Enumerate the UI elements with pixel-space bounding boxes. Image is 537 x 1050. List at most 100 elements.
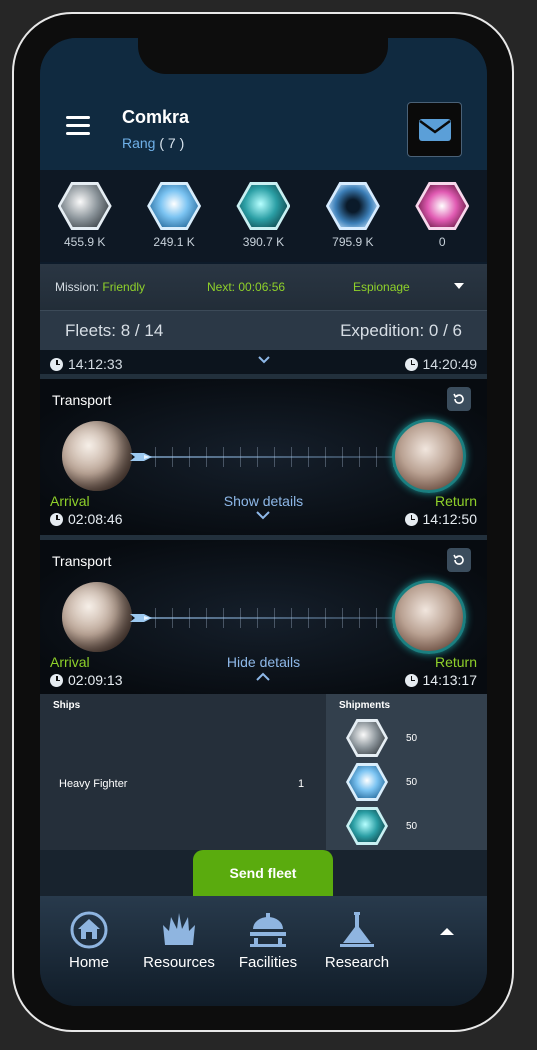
fleet-details: Ships Heavy Fighter 1 Shipments 50 50 50 (40, 694, 487, 850)
ship-icon (130, 453, 152, 461)
ship-name: Heavy Fighter (59, 778, 128, 790)
mission-value: Friendly (102, 280, 146, 294)
return-label: Return (434, 493, 477, 509)
ship-count: 1 (298, 778, 305, 790)
ship-icon (130, 614, 152, 622)
shipment-amount: 50 (406, 776, 418, 788)
resource-value: 390.7 K (242, 235, 285, 249)
phone-notch (138, 36, 388, 74)
return-time: 14:13:17 (404, 672, 477, 688)
clock-icon (404, 673, 418, 687)
chevron-down-icon[interactable] (258, 356, 270, 364)
shipments-panel: Shipments 50 50 50 (326, 694, 487, 850)
envelope-icon (418, 118, 451, 141)
arrival-time: 14:12:33 (50, 356, 123, 372)
crystal-icon (147, 182, 202, 230)
clock-icon (404, 357, 418, 371)
chevron-up-icon[interactable] (256, 672, 270, 681)
rank-value: ( 7 ) (159, 135, 185, 151)
bottom-navigation: Home Resources Facilities Research (40, 896, 487, 1006)
recall-icon (453, 393, 464, 404)
resource-bar: 455.9 K 249.1 K 390.7 K 795.9 K 0 (40, 170, 487, 262)
send-fleet-button[interactable]: Send fleet (193, 850, 333, 896)
fleet-slots-bar: Fleets: 8 / 14 Expedition: 0 / 6 (40, 310, 487, 350)
nav-facilities[interactable]: Facilities (223, 910, 313, 971)
research-icon (340, 912, 374, 947)
nav-home[interactable]: Home (44, 910, 134, 971)
resource-value: 795.9 K (332, 235, 374, 249)
recall-icon (453, 554, 464, 565)
chevron-up-icon[interactable] (440, 928, 454, 935)
energy-icon (325, 182, 380, 230)
shipments-title: Shipments (339, 700, 391, 711)
mission-filter-bar[interactable]: Mission: Friendly Next: 00:06:56 Espiona… (40, 264, 487, 310)
resource-metal[interactable]: 455.9 K (50, 182, 120, 262)
resource-dark-matter[interactable]: 0 (407, 182, 477, 262)
shipment-item: 50 (346, 719, 417, 757)
flight-path (135, 445, 395, 469)
shipment-item: 50 (346, 807, 417, 845)
dark-matter-icon (415, 182, 470, 230)
origin-planet-icon (62, 421, 132, 491)
next-mission-timer: Next: 00:06:56 (207, 280, 286, 294)
player-rank: Rang ( 7 ) (122, 135, 184, 151)
show-details-link[interactable]: Show details (40, 493, 487, 509)
destination-planet-icon (392, 419, 466, 493)
return-time: 14:20:49 (404, 356, 477, 372)
resource-deuterium[interactable]: 390.7 K (228, 182, 298, 262)
fleet-card: Transport Arrival Show details Return 02… (40, 379, 487, 535)
shipment-amount: 50 (406, 732, 418, 744)
shipment-amount: 50 (406, 820, 418, 832)
nav-label: Resources (143, 954, 215, 971)
fleet-slots: Fleets: 8 / 14 (65, 321, 164, 340)
recall-button[interactable] (447, 548, 471, 572)
home-icon (70, 911, 108, 949)
deuterium-icon (346, 807, 388, 845)
rank-label: Rang (122, 135, 156, 151)
expedition-slots: Expedition: 0 / 6 (340, 321, 462, 340)
metal-icon (57, 182, 112, 230)
resource-value: 455.9 K (64, 235, 106, 249)
clock-icon (50, 357, 63, 371)
nav-label: Research (324, 954, 390, 971)
clock-icon (50, 673, 63, 687)
espionage-label: Espionage (353, 280, 410, 294)
crystal-icon (346, 763, 388, 801)
resource-value: 249.1 K (153, 235, 195, 249)
arrival-time: 02:09:13 (50, 672, 123, 688)
chevron-down-icon[interactable] (454, 283, 464, 289)
destination-planet-icon (392, 580, 466, 654)
mission-label: Mission: (55, 280, 100, 294)
messages-button[interactable] (407, 102, 462, 157)
shipment-item: 50 (346, 763, 417, 801)
return-label: Return (434, 654, 477, 670)
resource-value: 0 (438, 235, 446, 249)
menu-icon[interactable] (66, 116, 90, 136)
mission-title: Transport (52, 553, 112, 569)
metal-icon (346, 719, 388, 757)
player-name: Comkra (122, 107, 190, 127)
ships-panel: Ships Heavy Fighter 1 (40, 694, 326, 850)
return-time: 14:12:50 (404, 511, 477, 527)
fleet-card-partial: 14:12:33 14:20:49 (40, 350, 487, 374)
nav-resources[interactable]: Resources (134, 910, 224, 971)
arrival-time: 02:08:46 (50, 511, 123, 527)
hide-details-link[interactable]: Hide details (40, 654, 487, 670)
flight-path (135, 606, 395, 630)
nav-label: Home (68, 954, 109, 971)
origin-planet-icon (62, 582, 132, 652)
deuterium-icon (236, 182, 291, 230)
nav-research[interactable]: Research (312, 910, 402, 971)
resource-crystal[interactable]: 249.1 K (139, 182, 209, 262)
app-screen: Comkra Rang ( 7 ) 455.9 K 249.1 K 390.7 … (40, 38, 487, 1006)
clock-icon (404, 512, 418, 526)
facilities-icon (250, 913, 286, 947)
nav-label: Facilities (238, 954, 298, 971)
clock-icon (50, 512, 63, 526)
resources-icon (163, 913, 195, 945)
fleet-card: Transport Arrival Hide details Return 02… (40, 540, 487, 696)
chevron-down-icon[interactable] (256, 511, 270, 520)
recall-button[interactable] (447, 387, 471, 411)
resource-energy[interactable]: 795.9 K (318, 182, 388, 262)
mission-title: Transport (52, 392, 112, 408)
